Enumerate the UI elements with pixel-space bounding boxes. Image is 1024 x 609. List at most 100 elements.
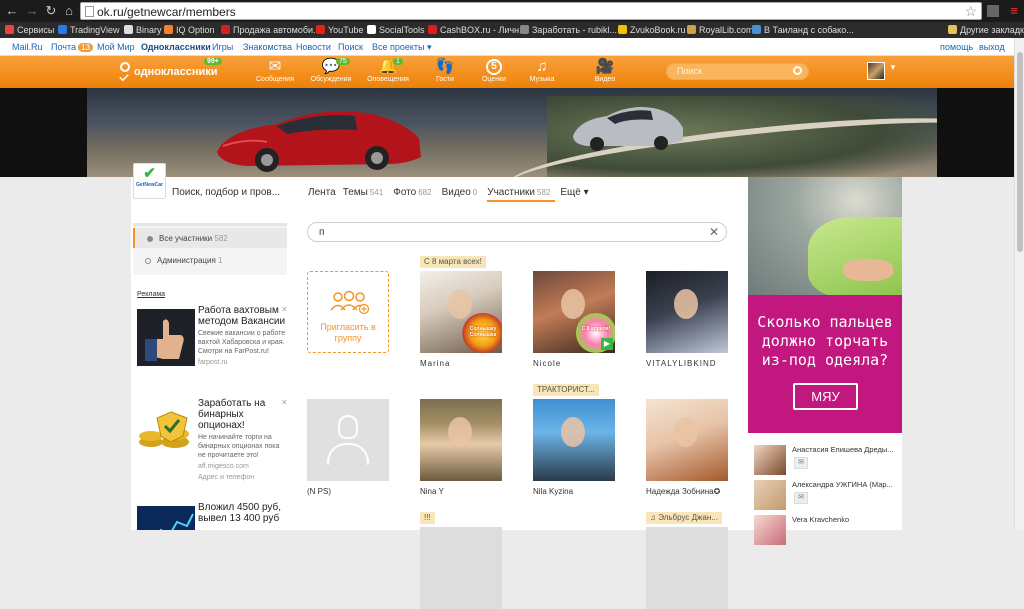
member-status-label[interactable]: С 8 марта всех! <box>420 256 486 268</box>
ad-title[interactable]: Вложил 4500 руб, вывел 13 400 руб <box>198 502 288 524</box>
message-icon[interactable]: ✉ <box>794 492 808 504</box>
invite-to-group-button[interactable]: Пригласить в группу <box>307 271 389 353</box>
logout-link[interactable]: выход <box>979 42 1005 52</box>
friend-avatar[interactable] <box>754 515 786 545</box>
member-status-label[interactable]: ♫ Эльбрус Джан... <box>646 512 722 524</box>
friend-item[interactable]: Анастасия Епишева Дреды... ✉ <box>752 445 902 479</box>
portal-link-mailru[interactable]: Mail.Ru <box>12 42 43 52</box>
toolbar-video[interactable]: 🎥 Видео <box>578 59 632 84</box>
bookmark-item[interactable]: Продажа автомоби... <box>221 24 321 36</box>
portal-link-dating[interactable]: Знакомства <box>243 42 292 52</box>
no-photo-placeholder[interactable] <box>307 399 389 481</box>
member-name[interactable]: Nicole <box>533 359 643 368</box>
gift-sticker[interactable]: Солнышку Солнышка <box>462 313 502 353</box>
right-banner-ad[interactable]: Сколько пальцев должно торчать из-под од… <box>748 177 902 433</box>
bookmark-item[interactable]: CashBOX.ru - Личн... <box>428 24 527 36</box>
portal-link-mail[interactable]: Почта 13 <box>51 42 93 52</box>
bookmark-item[interactable]: SocialTools <box>367 24 425 36</box>
ad-address-link[interactable]: Адрес и телефон <box>198 473 288 482</box>
help-link[interactable]: помощь <box>940 42 973 52</box>
friend-name[interactable]: Александра УЖГИНА (Мар... <box>792 480 893 489</box>
toolbar-envelope[interactable]: ✉ Сообщения <box>248 59 302 84</box>
member-status-label[interactable]: ТРАКТОРИСТ... <box>533 384 599 396</box>
tab-1[interactable]: Темы 541 <box>343 187 389 198</box>
bookmark-item[interactable]: ZvukoBook.ru <box>618 24 686 36</box>
chevron-down-icon[interactable]: ▼ <box>889 63 897 72</box>
bookmark-item[interactable]: Заработать - rubikl... <box>520 24 617 36</box>
toolbar-footprints[interactable]: 👣 Гости <box>418 59 472 84</box>
menu-administration[interactable]: Администрация 1 <box>133 250 287 270</box>
tab-3[interactable]: Видео 0 <box>442 187 483 198</box>
portal-link-news[interactable]: Новости <box>296 42 331 52</box>
bookmark-item[interactable]: IQ Option <box>164 24 215 36</box>
ad-item[interactable]: Работа вахтовым методом Вакансии Свежие в… <box>137 305 292 395</box>
member-photo[interactable] <box>420 399 502 481</box>
member-name[interactable]: Nila Kyzina <box>533 487 643 496</box>
member-photo[interactable] <box>646 527 728 609</box>
bookmark-star-icon[interactable]: ☆ <box>964 3 977 20</box>
member-photo[interactable]: Солнышку Солнышка <box>420 271 502 353</box>
friend-avatar[interactable] <box>754 445 786 475</box>
tab-2[interactable]: Фото 682 <box>393 187 436 198</box>
portal-link-all-projects[interactable]: Все проекты ▾ <box>372 42 432 53</box>
member-name[interactable]: Nina Y <box>420 487 530 496</box>
toolbar-chat[interactable]: 💬 Обсуждения 75 <box>304 58 358 83</box>
home-icon[interactable]: ⌂ <box>61 3 77 19</box>
toolbar-search-input[interactable]: Поиск <box>666 63 809 80</box>
member-search-input[interactable]: п ✕ <box>307 222 727 242</box>
close-icon[interactable]: ✕ <box>281 398 288 407</box>
play-icon[interactable]: ▶ <box>601 338 613 350</box>
bookmark-item[interactable]: Сервисы <box>5 24 54 36</box>
message-icon[interactable]: ✉ <box>794 457 808 469</box>
bookmark-item[interactable]: Binary <box>124 24 162 36</box>
tab-4[interactable]: Участники 582 <box>487 187 556 202</box>
friend-item[interactable]: Vera Kravchenko <box>752 515 902 549</box>
portal-link-myworld[interactable]: Мой Мир <box>97 42 135 52</box>
friend-item[interactable]: Александра УЖГИНА (Мар... ✉ <box>752 480 902 514</box>
page-scrollbar[interactable] <box>1014 38 1024 530</box>
close-icon[interactable]: ✕ <box>281 305 288 314</box>
menu-all-members[interactable]: Все участники 582 <box>133 228 287 248</box>
bookmark-item[interactable]: В Таиланд с собако... <box>752 24 854 36</box>
toolbar-music[interactable]: ♫ Музыка <box>515 59 569 84</box>
bookmark-item[interactable]: RoyalLib.com <box>687 24 754 36</box>
group-name[interactable]: Поиск, подбор и пров... <box>172 187 280 198</box>
member-name[interactable]: Надежда Зобнина✪ <box>646 487 756 496</box>
member-photo[interactable] <box>646 399 728 481</box>
bookmark-item[interactable]: YouTube <box>316 24 363 36</box>
friend-avatar[interactable] <box>754 480 786 510</box>
friend-name[interactable]: Анастасия Епишева Дреды... <box>792 445 894 454</box>
extension-icon[interactable] <box>987 5 999 17</box>
ad-title[interactable]: Заработать на бинарных опционах! <box>198 398 288 431</box>
member-photo[interactable] <box>646 271 728 353</box>
ad-title[interactable]: Работа вахтовым методом Вакансии <box>198 305 288 327</box>
ad-item[interactable]: Вложил 4500 руб, вывел 13 400 руб <box>137 502 292 530</box>
ad-meow-button[interactable]: МЯУ <box>793 383 858 410</box>
member-photo[interactable]: С 8 апреля! ▶ <box>533 271 615 353</box>
ok-logo[interactable]: одноклассники 99+ <box>118 58 222 80</box>
portal-link-ok[interactable]: Одноклассники <box>141 42 211 52</box>
member-photo[interactable] <box>533 399 615 481</box>
friend-name[interactable]: Vera Kravchenko <box>792 515 849 524</box>
member-name[interactable]: Marina <box>420 359 530 368</box>
portal-link-games[interactable]: Игры <box>212 42 233 52</box>
scrollbar-thumb[interactable] <box>1017 52 1023 252</box>
tab-5[interactable]: Ещё ▾ <box>560 187 590 198</box>
bookmark-item[interactable]: TradingView <box>58 24 120 36</box>
tab-0[interactable]: Лента <box>308 187 338 198</box>
reload-icon[interactable]: ↻ <box>43 3 59 19</box>
menu-icon[interactable]: ≡ <box>1006 3 1022 19</box>
ads-label[interactable]: Реклама <box>137 291 165 298</box>
ad-item[interactable]: Заработать на бинарных опционах! Не начин… <box>137 398 292 496</box>
toolbar-bell[interactable]: 🔔 Оповещения 1 <box>361 58 415 83</box>
member-photo[interactable] <box>420 527 502 609</box>
portal-link-search[interactable]: Поиск <box>338 42 363 52</box>
user-avatar[interactable] <box>867 62 885 80</box>
address-bar[interactable]: ok.ru/getnewcar/members ☆ <box>80 2 982 20</box>
other-bookmarks[interactable]: Другие закладки <box>948 24 1024 36</box>
clear-icon[interactable]: ✕ <box>709 225 719 239</box>
group-logo[interactable]: ✔ GetNewCar <box>133 163 166 199</box>
toolbar-rating[interactable]: 5 Оценки <box>467 59 521 83</box>
member-name[interactable]: VITALYLIBKIND <box>646 359 756 368</box>
member-status-label[interactable]: !!! <box>420 512 435 524</box>
